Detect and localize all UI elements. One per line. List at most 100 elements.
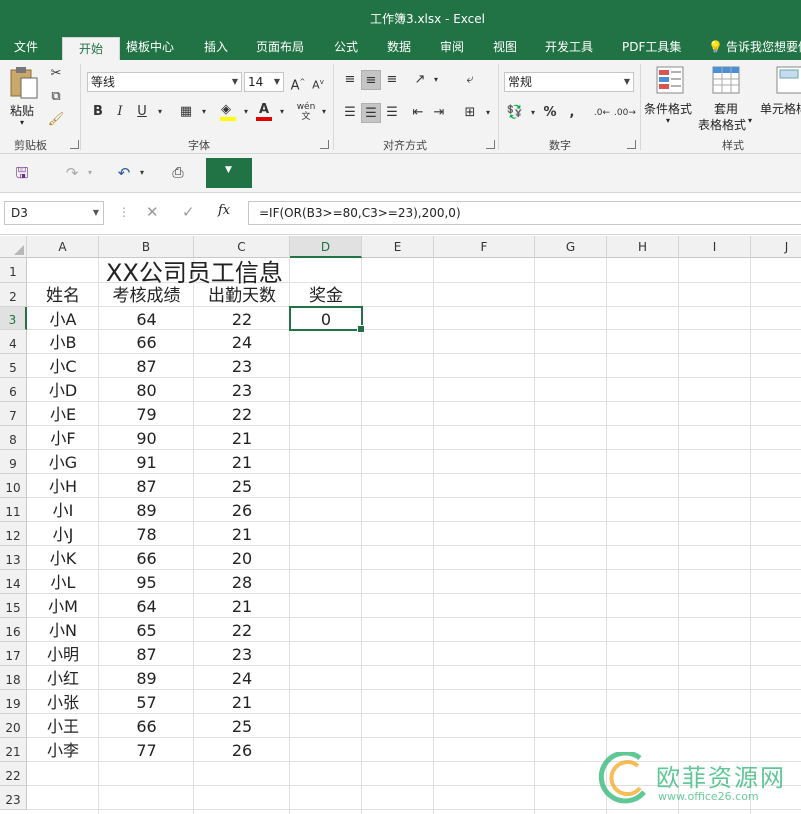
tab-view[interactable]: 视图 [489,36,521,60]
row-header-16[interactable]: 16 [0,618,27,642]
align-middle-icon[interactable]: ≡ [361,70,381,90]
data-cell[interactable]: 57 [99,690,194,714]
tab-template-center[interactable]: 模板中心 [122,36,178,60]
decrease-font-icon[interactable]: Av [308,72,328,92]
column-title-cell[interactable]: 出勤天数 [194,283,290,307]
data-cell[interactable]: 小B [27,330,99,354]
column-header-f[interactable]: F [434,236,535,258]
chevron-down-icon[interactable]: ▾ [194,102,214,122]
font-launcher-icon[interactable] [320,140,329,149]
data-cell[interactable]: 小李 [27,738,99,762]
data-cell[interactable]: 21 [194,522,290,546]
tab-data[interactable]: 数据 [383,36,415,60]
data-cell[interactable]: 23 [194,642,290,666]
tab-formulas[interactable]: 公式 [330,36,362,60]
tell-me-search[interactable]: 告诉我您想要做 [726,36,801,60]
data-cell[interactable]: 22 [194,307,290,330]
row-header-19[interactable]: 19 [0,690,27,714]
cancel-icon[interactable]: ✕ [146,203,159,221]
comma-style-icon[interactable]: , [562,103,582,123]
tab-pdf-tools[interactable]: PDF工具集 [618,36,685,60]
column-title-cell[interactable]: 姓名 [27,283,99,307]
data-cell[interactable]: 小G [27,450,99,474]
column-header-b[interactable]: B [99,236,194,258]
font-color-icon[interactable]: A [254,102,274,122]
data-cell[interactable]: 小J [27,522,99,546]
column-header-h[interactable]: H [607,236,679,258]
clipboard-launcher-icon[interactable] [70,140,79,149]
data-cell[interactable]: 66 [99,546,194,570]
tab-developer[interactable]: 开发工具 [541,36,597,60]
align-right-icon[interactable]: ☰ [382,103,402,123]
row-header-13[interactable]: 13 [0,546,27,570]
enter-icon[interactable]: ✓ [182,203,195,221]
tab-home[interactable]: 开始 [62,37,120,61]
data-cell[interactable]: 小红 [27,666,99,690]
format-painter-icon[interactable]: 🖌 [46,110,66,130]
fill-handle[interactable] [357,325,365,333]
data-cell[interactable]: 64 [99,594,194,618]
conditional-formatting-button[interactable]: 条件格式 ▾ [644,64,698,130]
column-header-e[interactable]: E [362,236,434,258]
format-as-table-button[interactable]: 套用 表格格式 ▾ [698,64,758,132]
data-cell[interactable]: 小L [27,570,99,594]
column-header-g[interactable]: G [535,236,607,258]
tab-review[interactable]: 审阅 [436,36,468,60]
data-cell[interactable]: 小K [27,546,99,570]
italic-icon[interactable]: I [110,102,130,122]
sheet-title-cell[interactable]: XX公司员工信息 [27,258,362,287]
copy-icon[interactable]: ⧉ [46,87,66,107]
column-header-c[interactable]: C [194,236,290,258]
row-header-1[interactable]: 1 [0,258,27,283]
number-launcher-icon[interactable] [627,140,636,149]
save-icon[interactable]: 🖫 [12,163,32,183]
data-cell[interactable]: 21 [194,594,290,618]
data-cell[interactable]: 91 [99,450,194,474]
underline-icon[interactable]: U [132,102,152,122]
data-cell[interactable]: 21 [194,690,290,714]
chevron-down-icon[interactable]: ▾ [478,103,498,123]
row-header-17[interactable]: 17 [0,642,27,666]
decrease-decimal-icon[interactable]: .00→ [614,103,636,123]
data-cell[interactable]: 77 [99,738,194,762]
data-cell[interactable]: 64 [99,307,194,330]
print-preview-icon[interactable]: ⎙ [168,163,188,183]
customize-toolbar-button[interactable]: ▼ [206,158,252,188]
align-center-icon[interactable]: ☰ [361,103,381,123]
column-header-a[interactable]: A [27,236,99,258]
chevron-down-icon[interactable]: ▾ [132,163,152,183]
row-header-7[interactable]: 7 [0,402,27,426]
cut-icon[interactable]: ✂ [46,64,66,84]
data-cell[interactable]: 87 [99,474,194,498]
data-cell[interactable]: 小F [27,426,99,450]
name-box[interactable]: D3 ▼ [4,201,104,225]
data-cell[interactable]: 87 [99,354,194,378]
data-cell[interactable]: 25 [194,714,290,738]
data-cell[interactable]: 24 [194,666,290,690]
data-cell[interactable]: 21 [194,450,290,474]
increase-font-icon[interactable]: A^ [288,72,308,93]
chevron-down-icon[interactable]: ▾ [314,102,334,122]
data-cell[interactable]: 26 [194,738,290,762]
data-cell[interactable]: 26 [194,498,290,522]
data-cell[interactable]: 小明 [27,642,99,666]
data-cell[interactable]: 89 [99,498,194,522]
accounting-format-icon[interactable]: 💱 [505,103,525,123]
row-header-12[interactable]: 12 [0,522,27,546]
insert-function-icon[interactable]: fx [218,203,230,218]
row-header-2[interactable]: 2 [0,283,27,307]
data-cell[interactable]: 22 [194,618,290,642]
data-cell[interactable]: 66 [99,714,194,738]
data-cell[interactable]: 24 [194,330,290,354]
font-size-combo[interactable]: 14 ▼ [244,72,284,92]
percent-icon[interactable]: % [540,103,560,123]
data-cell[interactable]: 小A [27,307,99,330]
data-cell[interactable]: 78 [99,522,194,546]
font-name-combo[interactable]: 等线 ▼ [87,72,242,92]
active-cell-cursor[interactable] [289,306,365,333]
data-cell[interactable]: 65 [99,618,194,642]
data-cell[interactable]: 小I [27,498,99,522]
borders-icon[interactable]: ▦ [176,102,196,122]
formula-input[interactable]: =IF(OR(B3>=80,C3>=23),200,0) [248,201,801,225]
row-header-4[interactable]: 4 [0,330,27,354]
